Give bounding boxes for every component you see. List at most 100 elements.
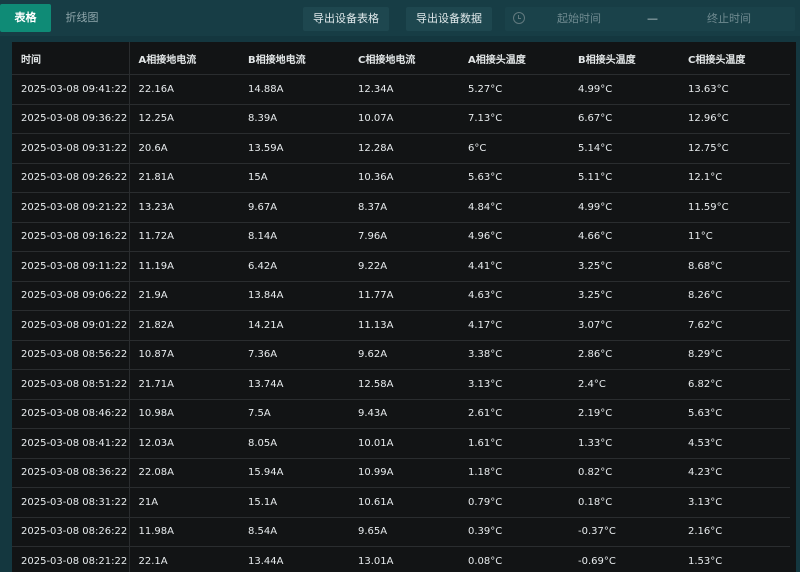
table-row[interactable]: 2025-03-08 09:11:2211.19A6.42A9.22A4.41°… [12, 252, 790, 282]
cell-a-joint-temp: 5.63°C [459, 163, 569, 193]
table-row[interactable]: 2025-03-08 09:06:2221.9A13.84A11.77A4.63… [12, 281, 790, 311]
cell-a-ground-current: 12.03A [129, 429, 239, 459]
cell-b-ground-current: 14.88A [239, 75, 349, 105]
cell-b-joint-temp: 4.66°C [569, 222, 679, 252]
cell-b-joint-temp: 0.18°C [569, 488, 679, 518]
cell-a-joint-temp: 0.08°C [459, 547, 569, 572]
data-table-panel[interactable]: 时间A相接地电流B相接地电流C相接地电流A相接头温度B相接头温度C相接头温度 2… [12, 42, 796, 572]
cell-time: 2025-03-08 08:31:22 [12, 488, 129, 518]
table-row[interactable]: 2025-03-08 09:36:2212.25A8.39A10.07A7.13… [12, 104, 790, 134]
end-time-input[interactable]: 终止时间 [707, 7, 751, 31]
table-row[interactable]: 2025-03-08 09:01:2221.82A14.21A11.13A4.1… [12, 311, 790, 341]
date-range-separator: — [647, 7, 658, 31]
table-body: 2025-03-08 09:41:2222.16A14.88A12.34A5.2… [12, 75, 790, 572]
date-range-picker[interactable]: 起始时间 — 终止时间 [505, 7, 795, 31]
cell-c-joint-temp: 12.75°C [679, 134, 790, 164]
cell-b-joint-temp: 2.86°C [569, 340, 679, 370]
cell-b-joint-temp: 4.99°C [569, 75, 679, 105]
cell-c-joint-temp: 8.29°C [679, 340, 790, 370]
cell-c-joint-temp: 2.16°C [679, 517, 790, 547]
cell-a-joint-temp: 1.61°C [459, 429, 569, 459]
cell-a-ground-current: 21.71A [129, 370, 239, 400]
table-row[interactable]: 2025-03-08 08:21:2222.1A13.44A13.01A0.08… [12, 547, 790, 572]
table-row[interactable]: 2025-03-08 08:26:2211.98A8.54A9.65A0.39°… [12, 517, 790, 547]
cell-a-joint-temp: 0.79°C [459, 488, 569, 518]
cell-b-ground-current: 13.84A [239, 281, 349, 311]
cell-c-joint-temp: 13.63°C [679, 75, 790, 105]
cell-c-ground-current: 10.07A [349, 104, 459, 134]
device-data-table: 时间A相接地电流B相接地电流C相接地电流A相接头温度B相接头温度C相接头温度 2… [12, 42, 790, 572]
cell-time: 2025-03-08 08:36:22 [12, 458, 129, 488]
export-data-button[interactable]: 导出设备数据 [406, 7, 492, 31]
cell-b-joint-temp: 5.14°C [569, 134, 679, 164]
cell-a-ground-current: 11.72A [129, 222, 239, 252]
cell-time: 2025-03-08 08:41:22 [12, 429, 129, 459]
cell-a-joint-temp: 6°C [459, 134, 569, 164]
cell-c-joint-temp: 6.82°C [679, 370, 790, 400]
cell-a-ground-current: 22.08A [129, 458, 239, 488]
cell-a-joint-temp: 1.18°C [459, 458, 569, 488]
cell-a-joint-temp: 4.41°C [459, 252, 569, 282]
cell-a-ground-current: 10.87A [129, 340, 239, 370]
cell-a-joint-temp: 0.39°C [459, 517, 569, 547]
cell-c-ground-current: 13.01A [349, 547, 459, 572]
cell-time: 2025-03-08 09:26:22 [12, 163, 129, 193]
tab-table[interactable]: 表格 [0, 4, 51, 32]
cell-c-joint-temp: 11°C [679, 222, 790, 252]
cell-b-ground-current: 13.44A [239, 547, 349, 572]
cell-b-joint-temp: -0.37°C [569, 517, 679, 547]
cell-b-joint-temp: 4.99°C [569, 193, 679, 223]
cell-c-ground-current: 9.65A [349, 517, 459, 547]
cell-b-ground-current: 6.42A [239, 252, 349, 282]
cell-a-ground-current: 21.82A [129, 311, 239, 341]
cell-time: 2025-03-08 09:06:22 [12, 281, 129, 311]
column-header-a-joint-temp: A相接头温度 [459, 42, 569, 75]
cell-c-ground-current: 11.77A [349, 281, 459, 311]
table-header-row: 时间A相接地电流B相接地电流C相接地电流A相接头温度B相接头温度C相接头温度 [12, 42, 790, 75]
table-row[interactable]: 2025-03-08 08:46:2210.98A7.5A9.43A2.61°C… [12, 399, 790, 429]
cell-b-ground-current: 7.5A [239, 399, 349, 429]
cell-b-joint-temp: 6.67°C [569, 104, 679, 134]
cell-a-joint-temp: 3.13°C [459, 370, 569, 400]
cell-a-ground-current: 22.1A [129, 547, 239, 572]
cell-time: 2025-03-08 08:26:22 [12, 517, 129, 547]
cell-a-joint-temp: 3.38°C [459, 340, 569, 370]
table-row[interactable]: 2025-03-08 09:21:2213.23A9.67A8.37A4.84°… [12, 193, 790, 223]
table-row[interactable]: 2025-03-08 08:31:2221A15.1A10.61A0.79°C0… [12, 488, 790, 518]
table-row[interactable]: 2025-03-08 08:56:2210.87A7.36A9.62A3.38°… [12, 340, 790, 370]
table-row[interactable]: 2025-03-08 08:36:2222.08A15.94A10.99A1.1… [12, 458, 790, 488]
cell-a-ground-current: 22.16A [129, 75, 239, 105]
cell-b-joint-temp: 3.25°C [569, 281, 679, 311]
cell-c-ground-current: 8.37A [349, 193, 459, 223]
table-row[interactable]: 2025-03-08 08:41:2212.03A8.05A10.01A1.61… [12, 429, 790, 459]
table-row[interactable]: 2025-03-08 09:31:2220.6A13.59A12.28A6°C5… [12, 134, 790, 164]
cell-b-ground-current: 9.67A [239, 193, 349, 223]
cell-time: 2025-03-08 08:21:22 [12, 547, 129, 572]
cell-c-ground-current: 9.62A [349, 340, 459, 370]
table-row[interactable]: 2025-03-08 09:16:2211.72A8.14A7.96A4.96°… [12, 222, 790, 252]
column-header-b-ground-current: B相接地电流 [239, 42, 349, 75]
cell-b-ground-current: 13.59A [239, 134, 349, 164]
tab-line-chart[interactable]: 折线图 [52, 4, 112, 32]
table-row[interactable]: 2025-03-08 09:41:2222.16A14.88A12.34A5.2… [12, 75, 790, 105]
column-header-b-joint-temp: B相接头温度 [569, 42, 679, 75]
cell-a-joint-temp: 4.63°C [459, 281, 569, 311]
cell-b-ground-current: 15A [239, 163, 349, 193]
cell-a-ground-current: 20.6A [129, 134, 239, 164]
cell-time: 2025-03-08 08:51:22 [12, 370, 129, 400]
table-row[interactable]: 2025-03-08 08:51:2221.71A13.74A12.58A3.1… [12, 370, 790, 400]
cell-b-joint-temp: 3.07°C [569, 311, 679, 341]
cell-b-ground-current: 8.14A [239, 222, 349, 252]
table-row[interactable]: 2025-03-08 09:26:2221.81A15A10.36A5.63°C… [12, 163, 790, 193]
cell-b-ground-current: 8.39A [239, 104, 349, 134]
cell-time: 2025-03-08 09:11:22 [12, 252, 129, 282]
cell-b-joint-temp: 0.82°C [569, 458, 679, 488]
cell-a-joint-temp: 4.96°C [459, 222, 569, 252]
start-time-input[interactable]: 起始时间 [557, 7, 601, 31]
cell-c-joint-temp: 1.53°C [679, 547, 790, 572]
cell-a-joint-temp: 2.61°C [459, 399, 569, 429]
column-header-time: 时间 [12, 42, 129, 75]
cell-c-ground-current: 10.61A [349, 488, 459, 518]
cell-c-joint-temp: 8.68°C [679, 252, 790, 282]
export-table-button[interactable]: 导出设备表格 [303, 7, 389, 31]
